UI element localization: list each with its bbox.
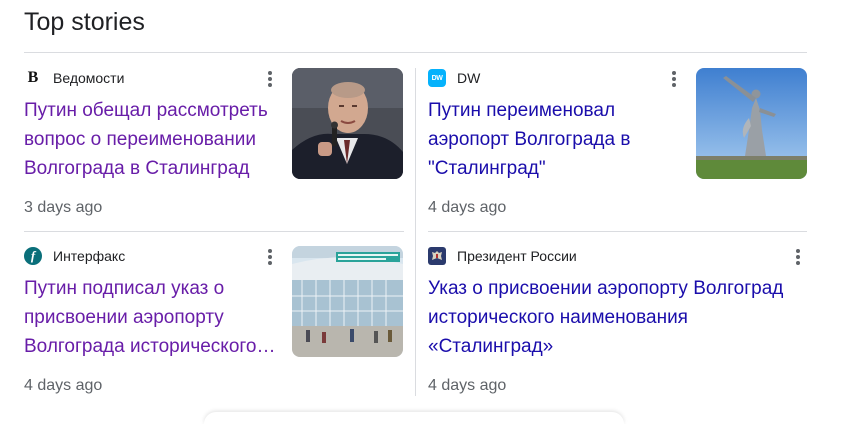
section-title: Top stories — [24, 8, 145, 36]
story-card[interactable]: В Ведомости Путин обещал рассмотреть воп… — [24, 66, 407, 226]
story-card[interactable]: Президент России Указ о присвоении аэроп… — [428, 244, 811, 404]
putin-portrait-image — [292, 68, 403, 179]
row-divider-right — [428, 231, 807, 232]
more-vert-icon[interactable] — [264, 68, 276, 88]
interfax-logo: f — [24, 247, 42, 265]
story-thumbnail[interactable] — [292, 68, 403, 179]
kremlin-emblem — [428, 247, 446, 265]
more-news-button-edge[interactable] — [204, 412, 624, 424]
more-vert-icon[interactable] — [668, 68, 680, 88]
row-divider-left — [24, 231, 404, 232]
story-thumbnail[interactable] — [292, 246, 403, 357]
story-time: 4 days ago — [428, 199, 507, 216]
story-source[interactable]: f Интерфакс — [24, 246, 125, 266]
source-name: DW — [457, 70, 481, 86]
motherland-statue-image — [696, 68, 807, 179]
more-vert-icon[interactable] — [264, 246, 276, 266]
story-headline[interactable]: Путин обещал рассмотреть вопрос о переим… — [24, 96, 280, 183]
source-name: Президент России — [457, 248, 577, 264]
more-vert-icon[interactable] — [792, 246, 804, 266]
vedomosti-logo: В — [24, 69, 42, 87]
story-source[interactable]: Президент России — [428, 246, 577, 266]
story-thumbnail[interactable] — [696, 68, 807, 179]
column-divider — [415, 68, 416, 396]
story-time: 4 days ago — [24, 377, 103, 394]
story-time: 3 days ago — [24, 199, 103, 216]
story-headline[interactable]: Путин подписал указ о присвоении аэропор… — [24, 274, 280, 361]
source-name: Ведомости — [53, 70, 125, 86]
airport-terminal-image — [292, 246, 403, 357]
story-headline[interactable]: Путин переименовал аэропорт Волгограда в… — [428, 96, 683, 183]
story-headline[interactable]: Указ о присвоении аэропорту Волгоград ис… — [428, 274, 798, 361]
story-source[interactable]: В Ведомости — [24, 68, 124, 88]
dw-logo: DW — [428, 69, 446, 87]
story-time: 4 days ago — [428, 377, 507, 394]
story-source[interactable]: DW DW — [428, 68, 480, 88]
source-name: Интерфакс — [53, 248, 126, 264]
section-divider — [24, 52, 807, 53]
story-card[interactable]: f Интерфакс Путин подписал указ о присво… — [24, 244, 407, 404]
story-card[interactable]: DW DW Путин переименовал аэропорт Волгог… — [428, 66, 811, 226]
